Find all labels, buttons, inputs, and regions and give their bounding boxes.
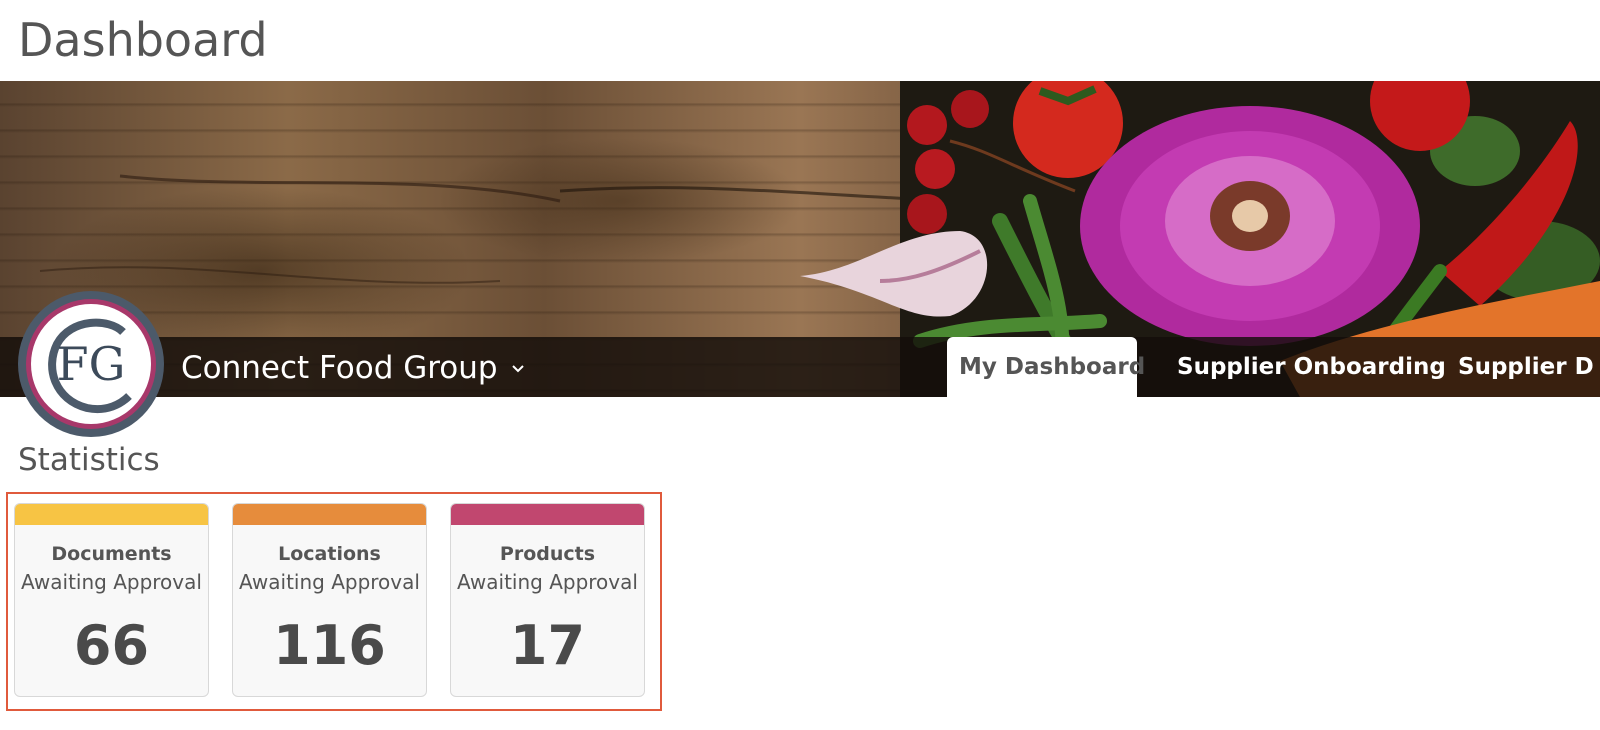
tab-label: Supplier Onboarding	[1177, 354, 1446, 380]
stat-subtitle: Awaiting Approval	[21, 570, 202, 594]
organization-name: Connect Food Group	[181, 350, 498, 386]
page-title: Dashboard	[18, 13, 268, 67]
stat-card-locations[interactable]: Locations Awaiting Approval 116	[232, 503, 427, 697]
stat-name: Locations	[278, 543, 381, 565]
stat-value: 17	[509, 614, 586, 677]
tab-supplier-onboarding[interactable]: Supplier Onboarding	[1177, 337, 1446, 397]
stat-subtitle: Awaiting Approval	[457, 570, 638, 594]
stat-color-bar	[233, 504, 426, 525]
stat-name: Products	[499, 543, 596, 565]
fg-monogram-icon: FG	[48, 318, 132, 413]
stat-color-bar	[451, 504, 644, 525]
tab-supplier-d[interactable]: Supplier D	[1458, 337, 1594, 397]
statistics-title: Statistics	[18, 442, 160, 478]
chevron-down-icon	[511, 365, 524, 373]
tab-label: Supplier D	[1458, 354, 1594, 380]
tab-my-dashboard[interactable]: My Dashboard	[947, 337, 1145, 397]
logo-text: FG	[57, 337, 126, 391]
stat-card-products[interactable]: Products Awaiting Approval 17	[450, 503, 645, 697]
logo-face: FG	[31, 304, 151, 424]
stat-card-documents[interactable]: Documents Awaiting Approval 66	[14, 503, 209, 697]
logo-ring: FG	[26, 299, 156, 429]
stat-name: Documents	[51, 543, 172, 565]
organization-selector[interactable]: Connect Food Group	[181, 346, 526, 390]
stat-subtitle: Awaiting Approval	[239, 570, 420, 594]
organization-logo[interactable]: FG	[18, 291, 164, 437]
stat-value: 116	[273, 614, 386, 677]
stat-value: 66	[73, 614, 150, 677]
tab-label: My Dashboard	[959, 354, 1146, 380]
stat-color-bar	[15, 504, 208, 525]
